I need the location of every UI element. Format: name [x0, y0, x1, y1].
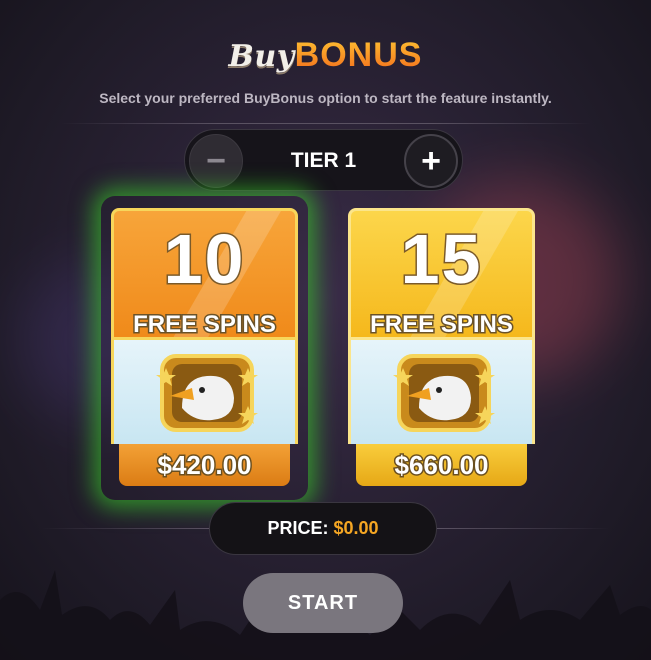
increase-tier-button[interactable]: +: [404, 134, 458, 188]
eagle-badge-icon: [393, 354, 495, 432]
card-header: 10 FREE SPINS: [111, 208, 298, 340]
title-bold: BONUS: [294, 36, 423, 74]
bonus-option-10-spins[interactable]: 10 FREE SPINS $420.00: [111, 208, 298, 488]
bonus-option-15-spins[interactable]: 15 FREE SPINS $660.00: [348, 208, 535, 488]
spins-caption: FREE SPINS: [369, 310, 515, 338]
total-price: PRICE: $0.00: [209, 502, 437, 555]
tier-selector: − TIER 1 +: [184, 129, 463, 191]
spins-count: 15: [399, 219, 483, 300]
title-script: Buy: [228, 39, 295, 74]
spins-caption: FREE SPINS: [132, 310, 278, 338]
price-amount: $0.00: [333, 518, 379, 538]
start-button[interactable]: START: [243, 573, 403, 633]
card-emblem-area: [111, 340, 298, 444]
option-price: $420.00: [119, 444, 290, 486]
spins-count: 10: [162, 219, 246, 300]
card-emblem-area: [348, 340, 535, 444]
divider: [60, 123, 591, 124]
eagle-badge-icon: [156, 354, 258, 432]
price-label: PRICE:: [267, 518, 329, 538]
subtitle: Select your preferred BuyBonus option to…: [99, 90, 552, 106]
page-title: BuyBONUS: [0, 36, 651, 75]
card-header: 15 FREE SPINS: [348, 208, 535, 340]
option-price: $660.00: [356, 444, 527, 486]
